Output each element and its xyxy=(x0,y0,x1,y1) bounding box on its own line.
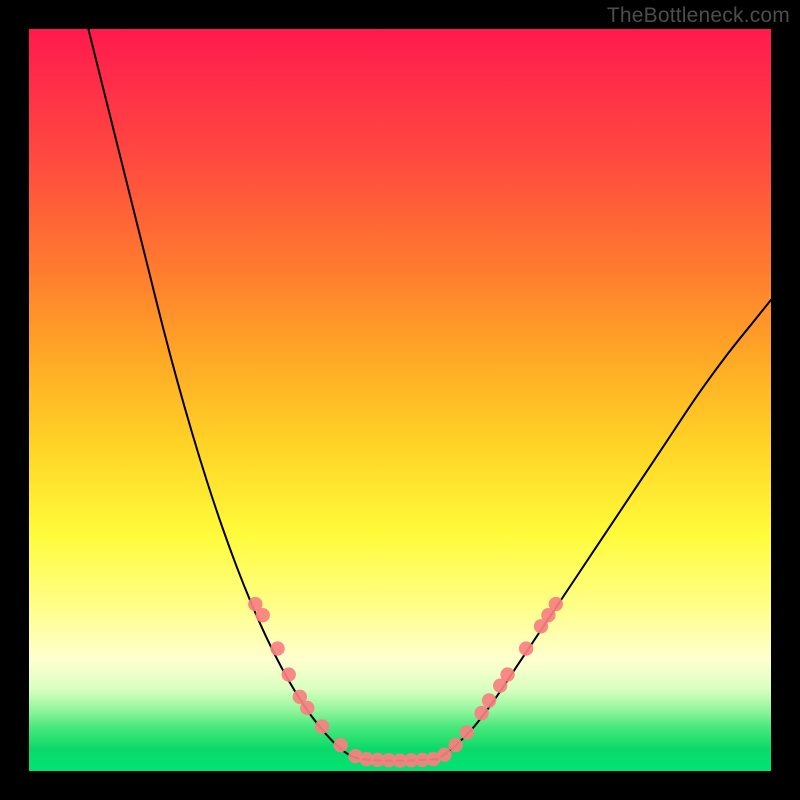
marker-dot xyxy=(460,725,474,739)
marker-dot xyxy=(282,667,296,681)
marker-dot xyxy=(300,701,314,715)
bottleneck-curve xyxy=(88,29,771,761)
scatter-markers xyxy=(248,597,563,768)
marker-dot xyxy=(270,641,284,655)
marker-dot xyxy=(482,693,496,707)
marker-dot xyxy=(333,738,347,752)
watermark-text: TheBottleneck.com xyxy=(607,4,790,28)
marker-dot xyxy=(474,706,488,720)
marker-dot xyxy=(549,597,563,611)
curve-path-group xyxy=(88,29,771,761)
plot-area xyxy=(29,29,771,771)
chart-svg xyxy=(29,29,771,771)
marker-dot xyxy=(500,667,514,681)
marker-dot xyxy=(448,738,462,752)
marker-dot xyxy=(519,641,533,655)
chart-frame: TheBottleneck.com xyxy=(0,0,800,800)
marker-dot xyxy=(256,608,270,622)
marker-dot xyxy=(315,719,329,733)
marker-dot xyxy=(437,747,451,761)
